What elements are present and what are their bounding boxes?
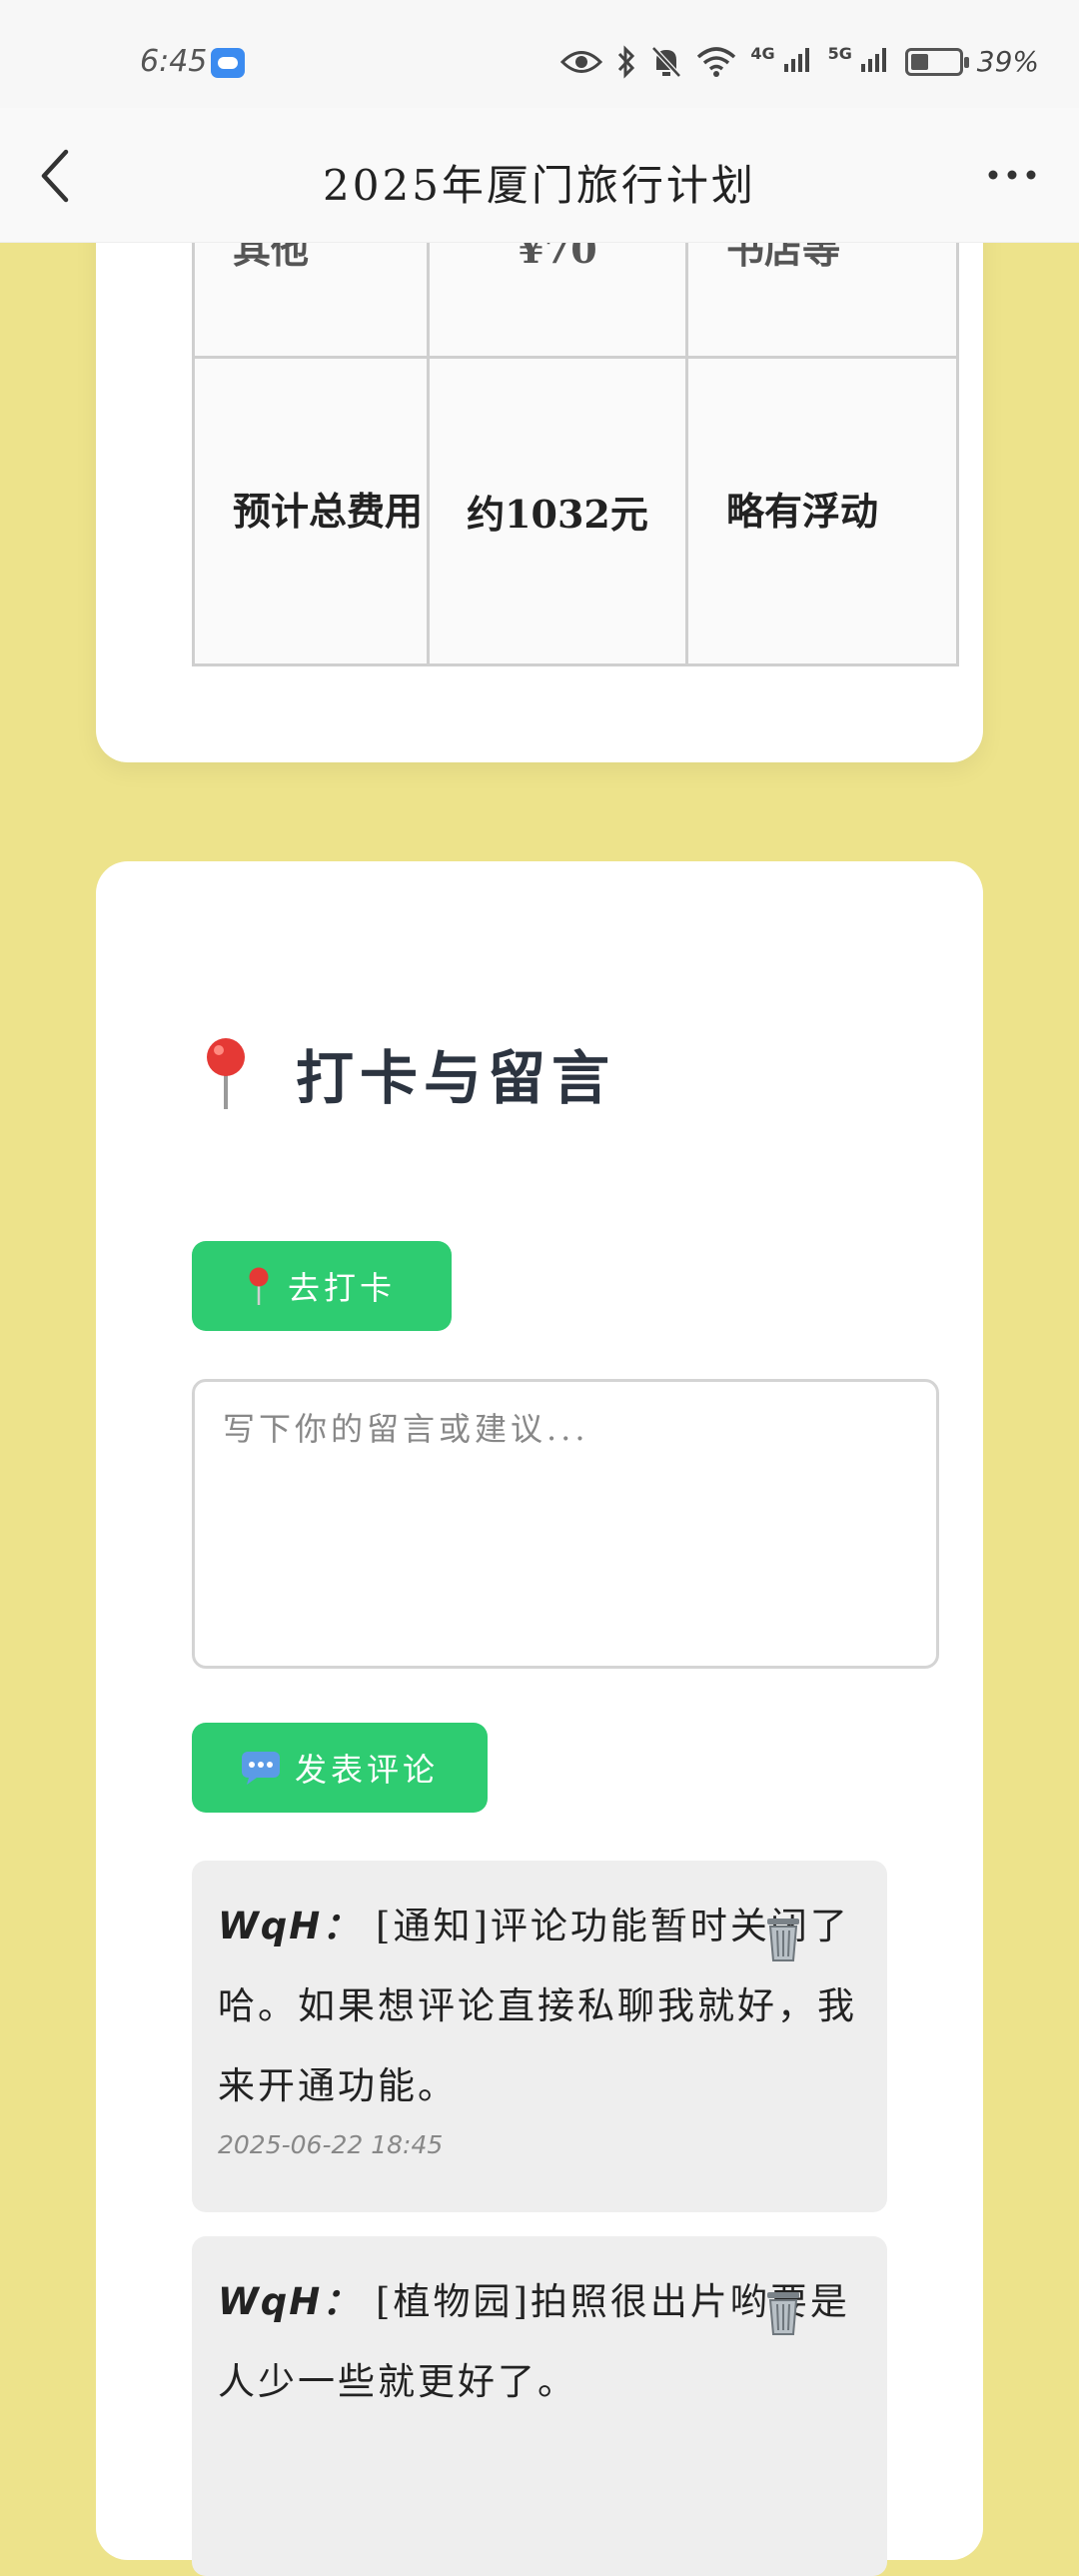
signal-5g: 5G bbox=[828, 44, 891, 79]
section-header: 打卡与留言 bbox=[204, 1031, 615, 1115]
signal-icon bbox=[783, 48, 809, 72]
bluetooth-icon bbox=[618, 44, 635, 79]
comment-time: 2025-06-22 18:45 bbox=[218, 2130, 444, 2159]
checkin-button[interactable]: 去打卡 bbox=[192, 1241, 452, 1331]
checkin-button-label: 去打卡 bbox=[287, 1269, 396, 1307]
page-title: 2025年厦门旅行计划 bbox=[323, 161, 756, 210]
more-options-icon[interactable] bbox=[985, 160, 1039, 190]
speech-bubble-icon bbox=[241, 1752, 280, 1785]
eye-icon bbox=[560, 50, 603, 73]
pushpin-icon bbox=[207, 1038, 245, 1109]
comment-input[interactable] bbox=[192, 1379, 939, 1669]
cloud-icon bbox=[211, 48, 245, 78]
signal-4g: 4G bbox=[750, 44, 813, 79]
status-time: 6:45 bbox=[140, 44, 208, 79]
title-bar: 2025年厦门旅行计划 bbox=[0, 108, 1079, 243]
table-cell-item: 预计总费用 bbox=[192, 356, 430, 666]
network-4g-label: 4G bbox=[750, 44, 775, 63]
comment-author: WqH： bbox=[218, 2280, 362, 2323]
status-icons: 4G 5G 39% bbox=[560, 44, 1039, 79]
status-bar: 6:45 4G 5G 39% bbox=[0, 0, 1079, 108]
battery-icon bbox=[904, 47, 969, 76]
comment-item: WqH： [植物园]拍照很出片哟要是人少一些就更好了。 bbox=[192, 2236, 887, 2576]
table-cell-amount: 约1032元 bbox=[427, 356, 688, 666]
bell-muted-icon bbox=[651, 45, 682, 78]
section-title: 打卡与留言 bbox=[296, 1044, 616, 1112]
comment-author: WqH： bbox=[218, 1905, 362, 1947]
comment-item: WqH： [通知]评论功能暂时关闭了哈。如果想评论直接私聊我就好，我来开通功能。… bbox=[192, 1861, 887, 2212]
post-comment-button[interactable]: 发表评论 bbox=[192, 1723, 488, 1813]
trash-icon[interactable] bbox=[763, 2286, 803, 2336]
wifi-icon bbox=[697, 46, 736, 77]
post-button-label: 发表评论 bbox=[294, 1751, 439, 1789]
signal-icon bbox=[860, 48, 886, 72]
table-cell-note: 略有浮动 bbox=[685, 356, 959, 666]
checkin-card: 打卡与留言 去打卡 发表评论 WqH： [通知]评论功能暂时关闭了哈。如果想评论… bbox=[96, 861, 983, 2576]
network-5g-label: 5G bbox=[827, 44, 852, 63]
battery-percent: 39% bbox=[976, 45, 1039, 78]
trash-icon[interactable] bbox=[763, 1913, 803, 1962]
pushpin-icon bbox=[249, 1267, 269, 1305]
table-row: 预计总费用 约1032元 略有浮动 bbox=[192, 356, 959, 666]
